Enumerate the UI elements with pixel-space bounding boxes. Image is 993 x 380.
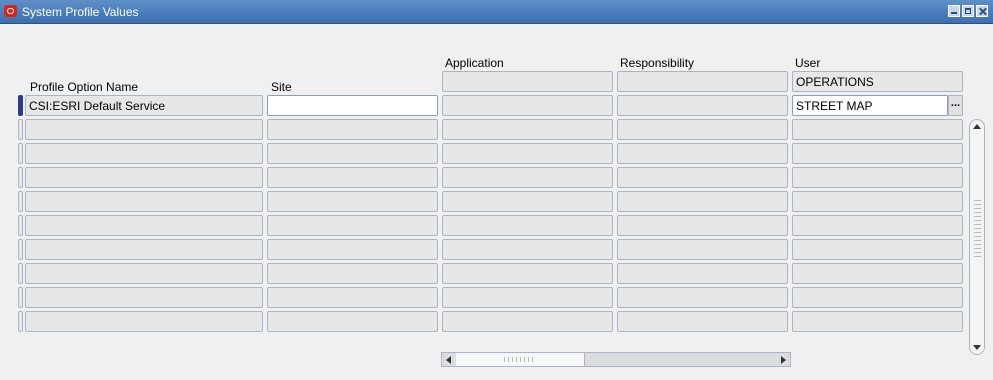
row-indicator[interactable]	[18, 239, 23, 260]
header-application: Application	[445, 56, 504, 70]
row-10-application-field[interactable]	[442, 311, 613, 332]
row-4-user-field[interactable]	[792, 167, 963, 188]
row-4-application-field[interactable]	[442, 167, 613, 188]
row-3-responsibility-field[interactable]	[617, 143, 788, 164]
row-8-responsibility-field[interactable]	[617, 263, 788, 284]
row-5-application-field[interactable]	[442, 191, 613, 212]
row-10-site-field[interactable]	[267, 311, 438, 332]
row-indicator[interactable]	[18, 263, 23, 284]
row-1-responsibility-field[interactable]	[617, 95, 788, 116]
header-site: Site	[271, 80, 292, 94]
header-responsibility: Responsibility	[620, 56, 695, 70]
row-indicator[interactable]	[18, 143, 23, 164]
row-6-site-field[interactable]	[267, 215, 438, 236]
user-lov-button[interactable]: ...	[948, 95, 963, 116]
row-indicator[interactable]	[18, 287, 23, 308]
row-indicator[interactable]	[18, 95, 23, 116]
close-icon[interactable]	[976, 5, 988, 17]
context-responsibility-field[interactable]	[617, 71, 788, 92]
row-7-application-field[interactable]	[442, 239, 613, 260]
row-2-user-field[interactable]	[792, 119, 963, 140]
row-10-user-field[interactable]	[792, 311, 963, 332]
horizontal-scrollbar[interactable]	[441, 352, 791, 367]
row-2-site-field[interactable]	[267, 119, 438, 140]
row-1-profile-option-name-field[interactable]: CSI:ESRI Default Service	[25, 95, 263, 116]
row-9-application-field[interactable]	[442, 287, 613, 308]
row-5-user-field[interactable]	[792, 191, 963, 212]
row-8-user-field[interactable]	[792, 263, 963, 284]
row-3-user-field[interactable]	[792, 143, 963, 164]
row-2-responsibility-field[interactable]	[617, 119, 788, 140]
row-2-profile-option-name-field[interactable]	[25, 119, 263, 140]
context-user-field[interactable]: OPERATIONS	[792, 71, 963, 92]
row-5-site-field[interactable]	[267, 191, 438, 212]
scroll-up-arrow-icon[interactable]	[973, 124, 981, 129]
horizontal-scroll-thumb[interactable]	[456, 353, 585, 366]
row-6-user-field[interactable]	[792, 215, 963, 236]
scroll-right-arrow-icon[interactable]	[781, 356, 786, 364]
row-7-user-field[interactable]	[792, 239, 963, 260]
header-user: User	[795, 56, 821, 70]
row-6-application-field[interactable]	[442, 215, 613, 236]
row-3-site-field[interactable]	[267, 143, 438, 164]
row-7-responsibility-field[interactable]	[617, 239, 788, 260]
row-indicator[interactable]	[18, 215, 23, 236]
row-8-profile-option-name-field[interactable]	[25, 263, 263, 284]
profile-values-form: Profile Option Name Site Application Res…	[3, 24, 993, 380]
row-6-profile-option-name-field[interactable]	[25, 215, 263, 236]
row-indicator[interactable]	[18, 167, 23, 188]
row-indicator[interactable]	[18, 119, 23, 140]
row-4-responsibility-field[interactable]	[617, 167, 788, 188]
row-10-profile-option-name-field[interactable]	[25, 311, 263, 332]
row-1-site-field[interactable]	[267, 95, 438, 116]
row-5-responsibility-field[interactable]	[617, 191, 788, 212]
scroll-grip[interactable]	[974, 200, 981, 260]
row-6-responsibility-field[interactable]	[617, 215, 788, 236]
row-8-site-field[interactable]	[267, 263, 438, 284]
context-application-field[interactable]	[442, 71, 613, 92]
row-9-user-field[interactable]	[792, 287, 963, 308]
row-4-site-field[interactable]	[267, 167, 438, 188]
row-2-application-field[interactable]	[442, 119, 613, 140]
row-5-profile-option-name-field[interactable]	[25, 191, 263, 212]
row-10-responsibility-field[interactable]	[617, 311, 788, 332]
row-indicator[interactable]	[18, 311, 23, 332]
header-profile-option-name: Profile Option Name	[30, 80, 139, 94]
row-3-application-field[interactable]	[442, 143, 613, 164]
row-8-application-field[interactable]	[442, 263, 613, 284]
row-7-site-field[interactable]	[267, 239, 438, 260]
row-9-site-field[interactable]	[267, 287, 438, 308]
vertical-scrollbar[interactable]	[969, 119, 985, 355]
row-9-profile-option-name-field[interactable]	[25, 287, 263, 308]
window-titlebar: System Profile Values	[0, 0, 993, 24]
oracle-logo-icon	[4, 5, 17, 17]
row-indicator[interactable]	[18, 191, 23, 212]
window-title: System Profile Values	[22, 5, 139, 19]
minimize-icon[interactable]	[948, 5, 960, 17]
row-9-responsibility-field[interactable]	[617, 287, 788, 308]
scroll-down-arrow-icon[interactable]	[973, 345, 981, 350]
row-4-profile-option-name-field[interactable]	[25, 167, 263, 188]
scroll-left-arrow-icon[interactable]	[446, 356, 451, 364]
row-7-profile-option-name-field[interactable]	[25, 239, 263, 260]
row-1-user-field[interactable]: STREET MAP	[792, 95, 948, 116]
row-3-profile-option-name-field[interactable]	[25, 143, 263, 164]
maximize-icon[interactable]	[962, 5, 974, 17]
row-1-application-field[interactable]	[442, 95, 613, 116]
